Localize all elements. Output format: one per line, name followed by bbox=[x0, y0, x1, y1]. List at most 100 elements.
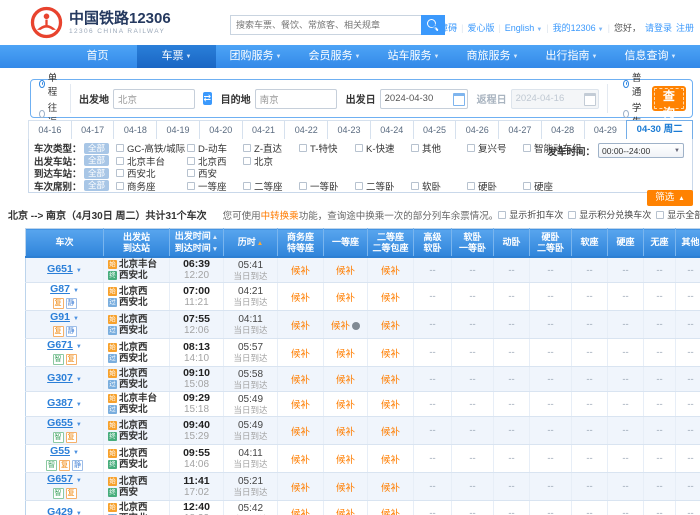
train-number-link[interactable]: G55 bbox=[50, 445, 70, 457]
filter-option-商务座[interactable]: 商务座 bbox=[116, 179, 187, 193]
filter-option-T-特快[interactable]: T-特快 bbox=[299, 141, 355, 155]
seat-availability[interactable]: 候补 bbox=[381, 400, 400, 411]
seat-availability[interactable]: 候补 bbox=[291, 427, 310, 438]
seat-availability[interactable]: 候补 bbox=[336, 293, 355, 304]
date-tab-04-24[interactable]: 04-24 bbox=[370, 120, 414, 140]
seat-availability[interactable]: 候补 bbox=[381, 455, 400, 466]
filter-all-badge[interactable]: 全部 bbox=[84, 168, 109, 179]
sort-icon[interactable]: ▼ bbox=[212, 246, 218, 253]
expand-caret-icon[interactable]: ▼ bbox=[73, 316, 79, 322]
expand-caret-icon[interactable]: ▼ bbox=[76, 511, 82, 515]
date-tab-04-26[interactable]: 04-26 bbox=[455, 120, 499, 140]
date-tab-selected[interactable]: 04-30 周二 bbox=[626, 120, 693, 140]
date-tab-04-21[interactable]: 04-21 bbox=[242, 120, 286, 140]
filter-option-二等卧[interactable]: 二等卧 bbox=[355, 179, 411, 193]
link-my12306[interactable]: 我的12306▼ bbox=[553, 21, 604, 34]
seat-availability[interactable]: 候补 bbox=[336, 455, 355, 466]
filter-option-一等卧[interactable]: 一等卧 bbox=[299, 179, 355, 193]
seat-availability[interactable]: 候补 bbox=[336, 483, 355, 494]
filter-option-其他[interactable]: 其他 bbox=[411, 141, 467, 155]
seat-availability[interactable]: 候补 bbox=[381, 321, 400, 332]
date-tab-04-18[interactable]: 04-18 bbox=[113, 120, 157, 140]
filter-option-复兴号[interactable]: 复兴号 bbox=[467, 141, 523, 155]
filter-option-软卧[interactable]: 软卧 bbox=[411, 179, 467, 193]
link-accessibility[interactable]: 无障碍 bbox=[430, 21, 457, 34]
register-link[interactable]: 注册 bbox=[676, 21, 694, 34]
expand-caret-icon[interactable]: ▼ bbox=[73, 288, 79, 294]
expand-caret-icon[interactable]: ▼ bbox=[73, 450, 79, 456]
nav-item-会员服务[interactable]: 会员服务▼ bbox=[295, 45, 374, 68]
brand[interactable]: 中国铁路12306 12306 CHINA RAILWAY bbox=[30, 6, 171, 39]
nav-item-首页[interactable]: 首页 bbox=[58, 45, 137, 68]
sort-icon[interactable]: ▲ bbox=[212, 234, 218, 241]
collapse-filter-button[interactable]: 筛选▲ bbox=[647, 190, 693, 206]
expand-caret-icon[interactable]: ▼ bbox=[76, 402, 82, 408]
expand-caret-icon[interactable]: ▼ bbox=[76, 344, 82, 350]
date-tab-04-19[interactable]: 04-19 bbox=[156, 120, 200, 140]
train-number-link[interactable]: G655 bbox=[47, 417, 73, 429]
nav-item-商旅服务[interactable]: 商旅服务▼ bbox=[453, 45, 532, 68]
seat-availability[interactable]: 候补 bbox=[336, 427, 355, 438]
nav-item-出行指南[interactable]: 出行指南▼ bbox=[532, 45, 611, 68]
seat-availability[interactable]: 候补 bbox=[381, 293, 400, 304]
filter-option-一等座[interactable]: 一等座 bbox=[187, 179, 243, 193]
train-number-link[interactable]: G671 bbox=[47, 339, 73, 351]
seat-availability[interactable]: 候补 bbox=[291, 455, 310, 466]
seat-availability[interactable]: 候补 bbox=[291, 400, 310, 411]
type-normal-radio[interactable]: 普通 bbox=[623, 70, 644, 98]
seat-availability[interactable]: 候补 bbox=[381, 483, 400, 494]
display-option-显示折扣车次[interactable]: 显示折扣车次 bbox=[498, 208, 563, 221]
link-english[interactable]: English▼ bbox=[505, 23, 542, 33]
trip-single-radio[interactable]: 单程 bbox=[39, 70, 60, 98]
filter-option-二等座[interactable]: 二等座 bbox=[243, 179, 299, 193]
seat-availability[interactable]: 候补 bbox=[381, 349, 400, 360]
seat-availability[interactable]: 候补 bbox=[381, 375, 400, 386]
depart-time-select[interactable]: 00:00--24:00▼ bbox=[598, 143, 684, 158]
seat-availability[interactable]: 候补 bbox=[291, 509, 310, 515]
expand-caret-icon[interactable]: ▼ bbox=[76, 478, 82, 484]
sort-icon[interactable]: ▲ bbox=[257, 240, 263, 247]
seat-availability[interactable]: 候补 bbox=[331, 321, 350, 332]
seat-availability[interactable]: 候补 bbox=[291, 349, 310, 360]
filter-all-badge[interactable]: 全部 bbox=[84, 155, 109, 166]
seat-availability[interactable]: 候补 bbox=[291, 293, 310, 304]
date-tab-04-28[interactable]: 04-28 bbox=[541, 120, 585, 140]
info-icon[interactable] bbox=[352, 322, 360, 330]
search-input[interactable] bbox=[230, 15, 421, 35]
expand-caret-icon[interactable]: ▼ bbox=[76, 377, 82, 383]
seat-availability[interactable]: 候补 bbox=[291, 321, 310, 332]
date-tab-04-27[interactable]: 04-27 bbox=[498, 120, 542, 140]
expand-caret-icon[interactable]: ▼ bbox=[76, 268, 82, 274]
filter-option-硬卧[interactable]: 硬卧 bbox=[467, 179, 523, 193]
to-input[interactable] bbox=[255, 89, 337, 109]
train-number-link[interactable]: G91 bbox=[50, 311, 70, 323]
nav-item-站车服务[interactable]: 站车服务▼ bbox=[374, 45, 453, 68]
seat-availability[interactable]: 候补 bbox=[381, 427, 400, 438]
nav-item-团购服务[interactable]: 团购服务▼ bbox=[216, 45, 295, 68]
query-submit-button[interactable]: 查询 bbox=[652, 86, 686, 111]
seat-availability[interactable]: 候补 bbox=[336, 509, 355, 515]
transfer-link[interactable]: 中转换乘 bbox=[261, 211, 299, 222]
nav-item-车票[interactable]: 车票▼ bbox=[137, 45, 216, 68]
date-tab-04-23[interactable]: 04-23 bbox=[327, 120, 371, 140]
display-option-显示全部可预订车次[interactable]: 显示全部可预订车次 bbox=[656, 208, 700, 221]
train-number-link[interactable]: G87 bbox=[50, 283, 70, 295]
filter-all-badge[interactable]: 全部 bbox=[84, 180, 109, 191]
date-tab-04-22[interactable]: 04-22 bbox=[284, 120, 328, 140]
login-link[interactable]: 请登录 bbox=[645, 21, 672, 34]
seat-availability[interactable]: 候补 bbox=[381, 509, 400, 515]
seat-availability[interactable]: 候补 bbox=[291, 483, 310, 494]
nav-item-信息查询[interactable]: 信息查询▼ bbox=[611, 45, 690, 68]
filter-all-badge[interactable]: 全部 bbox=[84, 143, 109, 154]
date-tab-04-16[interactable]: 04-16 bbox=[28, 120, 72, 140]
filter-option-硬座[interactable]: 硬座 bbox=[523, 179, 579, 193]
date-tab-04-29[interactable]: 04-29 bbox=[584, 120, 628, 140]
seat-availability[interactable]: 候补 bbox=[336, 266, 355, 277]
calendar-icon[interactable] bbox=[453, 93, 465, 106]
swap-stations-icon[interactable]: ⇄ bbox=[203, 92, 212, 105]
seat-availability[interactable]: 候补 bbox=[381, 266, 400, 277]
seat-availability[interactable]: 候补 bbox=[291, 266, 310, 277]
seat-availability[interactable]: 候补 bbox=[336, 349, 355, 360]
train-number-link[interactable]: G651 bbox=[47, 263, 73, 275]
date-tab-04-17[interactable]: 04-17 bbox=[71, 120, 115, 140]
